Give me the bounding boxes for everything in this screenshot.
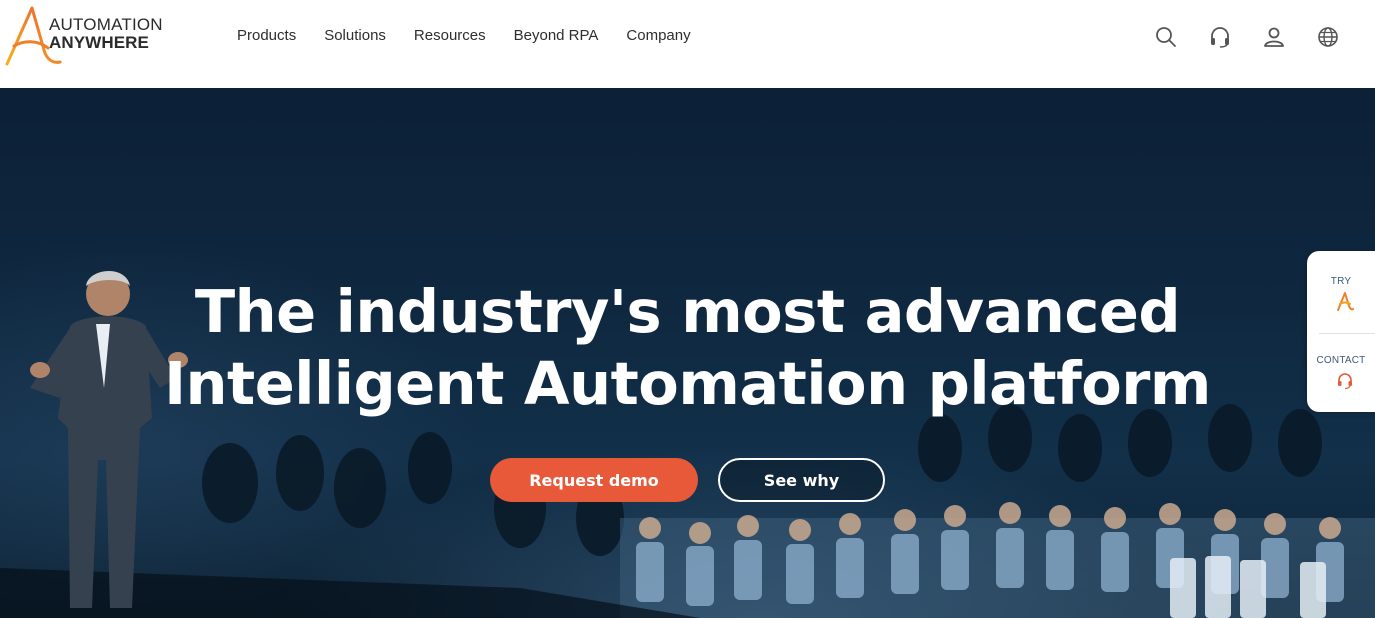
nav-products[interactable]: Products	[237, 26, 296, 46]
hero-headline-line1: The industry's most advanced	[194, 277, 1181, 346]
side-divider	[1319, 333, 1375, 334]
logo-text-automation: AUTOMATION	[49, 15, 163, 34]
headset-icon[interactable]	[1208, 25, 1232, 49]
contact-headset-icon[interactable]	[1337, 372, 1353, 390]
hero-headline-line2: Intelligent Automation platform	[164, 349, 1211, 418]
automation-anywhere-logo[interactable]: AUTOMATION ANYWHERE	[4, 6, 174, 68]
search-icon[interactable]	[1154, 25, 1178, 49]
contact-label[interactable]: CONTACT	[1307, 355, 1375, 366]
hero-headline: The industry's most advanced Intelligent…	[0, 276, 1375, 420]
user-icon[interactable]	[1262, 25, 1286, 49]
request-demo-button[interactable]: Request demo	[490, 458, 698, 502]
side-quick-actions: TRY CONTACT	[1307, 251, 1375, 412]
site-header: AUTOMATION ANYWHERE Products Solutions R…	[0, 0, 1375, 88]
nav-resources[interactable]: Resources	[414, 26, 486, 46]
main-nav: Products Solutions Resources Beyond RPA …	[237, 26, 719, 46]
logo-text-anywhere: ANYWHERE	[49, 33, 149, 52]
try-label[interactable]: TRY	[1307, 276, 1375, 287]
nav-beyond-rpa[interactable]: Beyond RPA	[514, 26, 599, 46]
try-logo-icon[interactable]	[1336, 291, 1354, 311]
hero-banner: The industry's most advanced Intelligent…	[0, 88, 1375, 618]
nav-solutions[interactable]: Solutions	[324, 26, 386, 46]
globe-icon[interactable]	[1316, 25, 1340, 49]
see-why-button[interactable]: See why	[718, 458, 885, 502]
nav-company[interactable]: Company	[626, 26, 690, 46]
